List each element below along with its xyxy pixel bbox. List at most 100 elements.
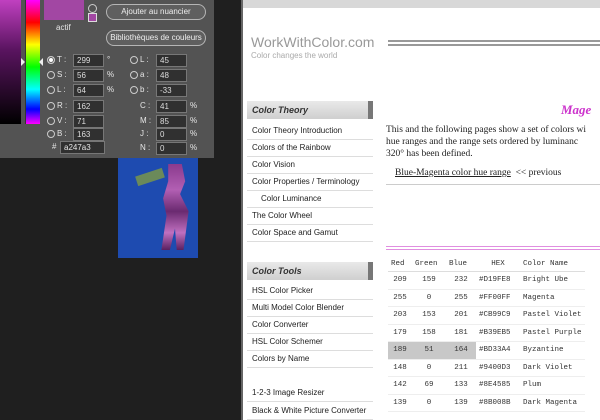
sidebar-item-colors-by-name[interactable]: Colors by Name xyxy=(247,351,373,368)
cell-green: 69 xyxy=(412,376,446,395)
cell-green: 0 xyxy=(412,394,446,412)
hue-slider-handle-right[interactable] xyxy=(39,58,43,66)
sidebar-item-hsl-color-schemer[interactable]: HSL Color Schemer xyxy=(247,334,373,351)
sidebar-item-bw-converter[interactable]: Black & White Picture Converter xyxy=(247,403,373,420)
yellow-unit: % xyxy=(190,129,198,138)
web-safe-swatch-icon[interactable] xyxy=(88,13,97,22)
lab-a-radio[interactable] xyxy=(130,71,138,79)
hue-slider[interactable] xyxy=(25,0,40,124)
saturation-unit: % xyxy=(107,70,115,79)
sidebar-item-image-resizer[interactable]: 1-2-3 Image Resizer xyxy=(247,385,373,402)
column-header-green: Green xyxy=(412,256,446,272)
lightness-radio[interactable] xyxy=(47,86,55,94)
intro-paragraph: This and the following pages show a set … xyxy=(386,124,600,160)
sidebar-item-color-converter[interactable]: Color Converter xyxy=(247,317,373,334)
color-table: Red Green Blue HEX Color Name 209 159 232 #… xyxy=(388,256,585,412)
hex-input[interactable]: a247a3 xyxy=(60,141,105,154)
column-header-blue: Blue xyxy=(446,256,476,272)
sidebar-item-multi-model-blender[interactable]: Multi Model Color Blender xyxy=(247,300,373,317)
cell-hex: #BD33A4 xyxy=(476,341,520,360)
lab-a-input[interactable]: 48 xyxy=(156,69,187,82)
sidebar-item-color-vision[interactable]: Color Vision xyxy=(247,157,373,174)
cell-red: 189 xyxy=(388,341,412,360)
lab-l-radio[interactable] xyxy=(130,56,138,64)
hue-unit: ° xyxy=(107,55,111,64)
color-field[interactable] xyxy=(0,0,21,124)
blue-input[interactable]: 163 xyxy=(73,128,104,141)
blue-radio[interactable] xyxy=(47,130,55,138)
cell-color-name: Plum xyxy=(520,376,585,395)
hue-range-link[interactable]: Blue-Magenta color hue range xyxy=(395,168,511,178)
lab-a-label: a : xyxy=(140,70,149,79)
intro-line: 320° has been defined. xyxy=(386,149,473,159)
cell-color-name: Pastel Violet xyxy=(520,306,585,325)
red-label: R : xyxy=(57,101,68,110)
cell-color-name: Bright Ube xyxy=(520,271,585,290)
table-row: 189 51 164 #BD33A4 Byzantine xyxy=(388,341,585,360)
lab-b-radio[interactable] xyxy=(130,86,138,94)
cyan-input[interactable]: 41 xyxy=(156,100,187,113)
sidebar-item-color-theory-introduction[interactable]: Color Theory Introduction xyxy=(247,123,373,140)
black-unit: % xyxy=(190,143,198,152)
cell-color-name: Dark Violet xyxy=(520,359,585,377)
lightness-input[interactable]: 64 xyxy=(73,84,104,97)
table-row: 203 153 201 #CB99C9 Pastel Violet xyxy=(388,306,585,325)
previous-link[interactable]: << previous xyxy=(516,168,562,178)
cube-icon[interactable] xyxy=(88,4,97,13)
cyan-label: C : xyxy=(140,101,151,110)
sidebar-header-color-theory: Color Theory xyxy=(247,101,373,119)
table-header-row: Red Green Blue HEX Color Name xyxy=(388,256,585,272)
saturation-input[interactable]: 56 xyxy=(73,69,104,82)
cell-hex: #FF00FF xyxy=(476,289,520,307)
lightness-unit: % xyxy=(107,85,115,94)
cell-blue: 164 xyxy=(446,341,476,360)
intro-line: hue ranges and the range sets ordered by… xyxy=(386,137,579,147)
hue-radio[interactable] xyxy=(47,56,55,64)
sidebar-item-color-luminance[interactable]: Color Luminance xyxy=(247,191,373,208)
color-libraries-button[interactable]: Bibliothèques de couleurs xyxy=(106,30,206,46)
sidebar-item-color-wheel[interactable]: The Color Wheel xyxy=(247,208,373,225)
cell-red: 148 xyxy=(388,359,412,377)
lab-l-input[interactable]: 45 xyxy=(156,54,187,67)
sidebar-item-colors-of-the-rainbow[interactable]: Colors of the Rainbow xyxy=(247,140,373,157)
black-input[interactable]: 0 xyxy=(156,142,187,155)
cell-color-name: Dark Magenta xyxy=(520,394,585,412)
cell-green: 51 xyxy=(412,341,446,360)
table-row: 209 159 232 #D19FE8 Bright Ube xyxy=(388,271,585,290)
add-to-swatches-button[interactable]: Ajouter au nuancier xyxy=(106,4,206,20)
sidebar-item-hsl-color-picker[interactable]: HSL Color Picker xyxy=(247,283,373,300)
yellow-label: J : xyxy=(140,129,149,138)
lab-b-input[interactable]: -33 xyxy=(156,84,187,97)
column-header-color-name: Color Name xyxy=(520,256,585,272)
red-radio[interactable] xyxy=(47,102,55,110)
cell-hex: #9400D3 xyxy=(476,359,520,377)
lightness-label: L : xyxy=(57,85,66,94)
cell-red: 255 xyxy=(388,289,412,307)
cell-blue: 181 xyxy=(446,324,476,342)
saturation-radio[interactable] xyxy=(47,71,55,79)
sidebar-item-color-properties[interactable]: Color Properties / Terminology xyxy=(247,174,373,191)
green-radio[interactable] xyxy=(47,117,55,125)
lab-l-label: L : xyxy=(140,55,149,64)
magenta-unit: % xyxy=(190,116,198,125)
table-row: 179 158 181 #B39EB5 Pastel Purple xyxy=(388,324,585,342)
cell-blue: 139 xyxy=(446,394,476,412)
sidebar-item-color-space-gamut[interactable]: Color Space and Gamut xyxy=(247,225,373,242)
cell-color-name: Magenta xyxy=(520,289,585,307)
magenta-input[interactable]: 85 xyxy=(156,115,187,128)
yellow-input[interactable]: 0 xyxy=(156,128,187,141)
hue-input[interactable]: 299 xyxy=(73,54,104,67)
green-label: V : xyxy=(57,116,67,125)
cell-red: 142 xyxy=(388,376,412,395)
cell-hex: #B39EB5 xyxy=(476,324,520,342)
magenta-label: M : xyxy=(140,116,152,125)
green-input[interactable]: 71 xyxy=(73,115,104,128)
red-input[interactable]: 162 xyxy=(73,100,104,113)
site-logo[interactable]: WorkWithColor.com xyxy=(251,34,374,50)
cell-green: 153 xyxy=(412,306,446,325)
hue-slider-handle-left[interactable] xyxy=(21,58,25,66)
cell-hex: #8E4585 xyxy=(476,376,520,395)
hue-label: T : xyxy=(57,55,67,64)
cell-hex: #CB99C9 xyxy=(476,306,520,325)
color-picker-panel: actif Ajouter au nuancier Bibliothèques … xyxy=(0,0,214,158)
